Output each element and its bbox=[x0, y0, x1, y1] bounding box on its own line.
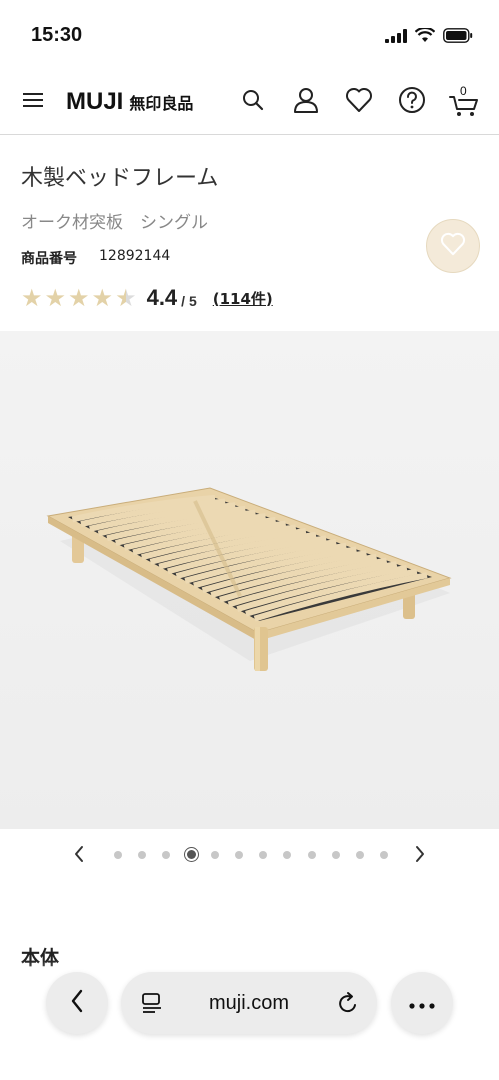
star-icon: ★ bbox=[115, 284, 137, 312]
chevron-right-icon bbox=[414, 845, 426, 867]
url-text: muji.com bbox=[208, 991, 289, 1014]
address-bar[interactable]: muji.com bbox=[121, 972, 377, 1034]
status-bar: 15:30 bbox=[0, 0, 499, 72]
carousel-dot[interactable] bbox=[380, 851, 389, 859]
carousel-dot[interactable] bbox=[259, 851, 268, 859]
review-count-link[interactable]: (114件) bbox=[213, 288, 273, 309]
carousel-dot[interactable] bbox=[138, 851, 147, 859]
chevron-left-icon bbox=[73, 845, 85, 867]
hamburger-icon bbox=[23, 92, 43, 112]
carousel-dot[interactable] bbox=[283, 851, 292, 859]
rating-stars: ★ ★ ★ ★ ★ bbox=[21, 286, 137, 310]
product-number-value: 12892144 bbox=[99, 248, 171, 264]
help-button[interactable] bbox=[394, 84, 430, 120]
status-icons bbox=[385, 26, 473, 47]
status-time: 15:30 bbox=[31, 24, 83, 46]
chevron-left-icon bbox=[70, 989, 84, 1017]
carousel-dot[interactable] bbox=[186, 850, 196, 859]
carousel-dot[interactable] bbox=[162, 851, 171, 859]
rating-max: / 5 bbox=[181, 293, 197, 309]
heart-icon bbox=[345, 87, 373, 117]
question-circle-icon bbox=[398, 86, 426, 118]
star-icon: ★ bbox=[44, 284, 67, 312]
cart-count-badge: 0 bbox=[460, 84, 467, 98]
carousel-dot[interactable] bbox=[114, 851, 122, 859]
more-dots-icon bbox=[409, 994, 435, 1013]
favorites-button[interactable] bbox=[341, 84, 377, 120]
image-carousel-nav bbox=[0, 838, 499, 874]
star-icon: ★ bbox=[91, 284, 114, 312]
carousel-dot[interactable] bbox=[356, 851, 364, 859]
browser-back-button[interactable] bbox=[46, 972, 108, 1034]
user-icon bbox=[293, 87, 319, 117]
product-title: 木製ベッドフレーム bbox=[21, 166, 219, 191]
carousel-dot[interactable] bbox=[331, 851, 340, 859]
rating-value: 4.4 bbox=[146, 285, 178, 310]
cellular-signal-icon bbox=[385, 28, 407, 47]
product-image[interactable] bbox=[0, 331, 499, 829]
search-button[interactable] bbox=[235, 84, 271, 120]
account-button[interactable] bbox=[288, 84, 324, 120]
product-variant: オーク材突板 シングル bbox=[21, 213, 208, 233]
site-header: MUJI 無印良品 0 bbox=[0, 72, 499, 135]
wifi-icon bbox=[414, 26, 436, 47]
bed-frame-image bbox=[0, 331, 499, 829]
product-rating: ★ ★ ★ ★ ★ 4.4 / 5 (114件) bbox=[21, 285, 273, 311]
brand-name-en: MUJI bbox=[66, 88, 124, 115]
reload-icon[interactable] bbox=[337, 991, 359, 1019]
page-menu-icon[interactable] bbox=[141, 992, 163, 1018]
muji-logo[interactable]: MUJI 無印良品 bbox=[66, 88, 193, 116]
brand-name-jp: 無印良品 bbox=[129, 94, 194, 113]
heart-icon bbox=[440, 232, 466, 260]
search-icon bbox=[242, 89, 264, 115]
product-number-label: 商品番号 bbox=[21, 251, 77, 267]
carousel-next-button[interactable] bbox=[406, 842, 434, 870]
carousel-dot[interactable] bbox=[235, 851, 243, 859]
star-icon: ★ bbox=[68, 284, 90, 312]
product-number: 商品番号 12892144 bbox=[21, 248, 170, 268]
add-to-favorites-button[interactable] bbox=[426, 219, 480, 273]
carousel-dot[interactable] bbox=[307, 851, 316, 859]
star-icon: ★ bbox=[21, 284, 43, 312]
browser-more-button[interactable] bbox=[391, 972, 453, 1034]
menu-button[interactable] bbox=[15, 84, 51, 120]
battery-icon bbox=[443, 28, 473, 47]
carousel-prev-button[interactable] bbox=[65, 842, 93, 870]
carousel-dot[interactable] bbox=[210, 851, 219, 859]
